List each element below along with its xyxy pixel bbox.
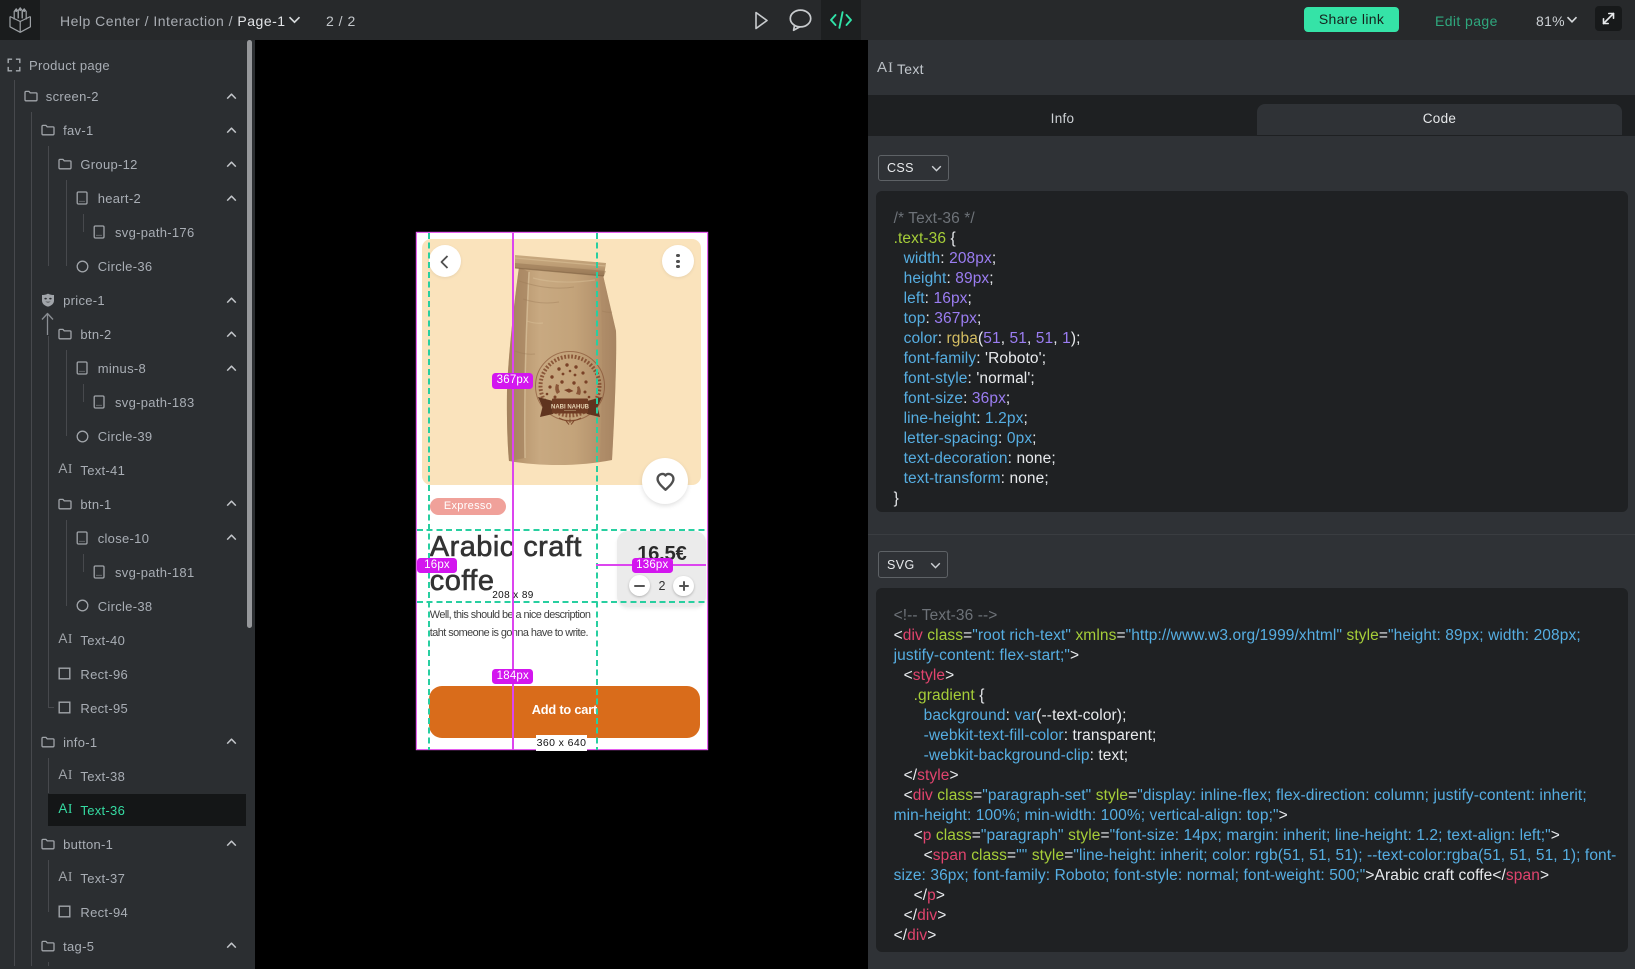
svg-text:NABI NAHUB: NABI NAHUB — [551, 405, 590, 411]
